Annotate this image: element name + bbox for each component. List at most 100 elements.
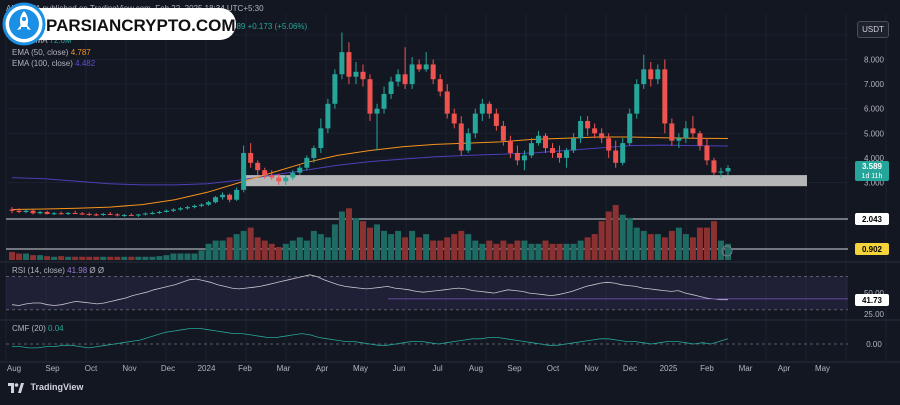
volume-bar xyxy=(184,253,191,260)
volume-bar xyxy=(177,253,184,260)
volume-bar xyxy=(654,234,661,260)
volume-bar xyxy=(226,237,233,260)
volume-bar xyxy=(324,237,331,260)
volume-bar xyxy=(114,256,121,260)
rsi-value-label: 41.73 xyxy=(862,296,883,305)
candle-body xyxy=(374,108,380,114)
volume-bar xyxy=(338,211,345,260)
volume-bar xyxy=(486,240,493,260)
support-zone xyxy=(242,175,807,187)
candle-body xyxy=(409,64,415,85)
volume-bar xyxy=(219,240,226,260)
x-axis-label: May xyxy=(815,364,830,373)
rsi-legend[interactable]: RSI (14, close) 41.98 Ø Ø xyxy=(12,266,104,275)
candle-body xyxy=(669,123,675,141)
x-axis-label: Aug xyxy=(7,364,21,373)
last-price-value: 3.589 xyxy=(862,162,883,171)
x-axis-label: Oct xyxy=(85,364,98,373)
volume-bar xyxy=(542,240,549,260)
volume-bar xyxy=(717,240,724,260)
candle-body xyxy=(402,74,408,85)
volume-bar xyxy=(381,230,388,260)
rsi-pane xyxy=(6,274,848,311)
volume-bar xyxy=(282,243,289,260)
candle-body xyxy=(135,214,141,216)
volume-bar xyxy=(156,256,163,260)
volume-bar xyxy=(451,234,458,260)
volume-bar xyxy=(710,221,717,260)
candle-body xyxy=(262,170,268,176)
candle-body xyxy=(142,213,148,215)
candle-body xyxy=(44,212,50,214)
candle-body xyxy=(318,128,324,149)
volume-bar xyxy=(331,224,338,260)
candle-body xyxy=(276,177,282,182)
candle-body xyxy=(107,213,113,215)
candle-body xyxy=(634,84,640,114)
volume-bar xyxy=(275,247,282,260)
candle-body xyxy=(58,213,64,215)
tradingview-brand: TradingView xyxy=(8,382,83,393)
candle-body xyxy=(711,160,717,173)
candle-body xyxy=(395,74,401,82)
candle-body xyxy=(51,213,57,215)
candle-body xyxy=(234,189,240,200)
candle-body xyxy=(416,64,422,70)
volume-bar xyxy=(675,227,682,260)
candle-body xyxy=(367,79,373,114)
price-tick-label: 5.000 xyxy=(864,129,885,138)
volume-bar xyxy=(149,256,156,260)
volume-bar xyxy=(79,256,86,260)
candle-body xyxy=(641,69,647,85)
candle-body xyxy=(23,210,29,212)
svg-text:PARSIANCRYPTO.COM: PARSIANCRYPTO.COM xyxy=(46,16,236,35)
candle-body xyxy=(37,212,43,214)
volume-bar xyxy=(310,230,317,260)
volume-bar xyxy=(605,211,612,260)
candle-body xyxy=(213,197,219,203)
volume-bar xyxy=(191,253,198,260)
candle-body xyxy=(465,133,471,151)
candle-body xyxy=(451,113,457,124)
candle-body xyxy=(599,133,605,139)
volume-bar xyxy=(296,237,303,260)
candle-body xyxy=(725,168,731,172)
volume-bar xyxy=(577,240,584,260)
chart-svg: 3.0004.0005.0006.0007.0008.0009.0002.043… xyxy=(0,14,900,373)
parsiancrypto-logo: PARSIANCRYPTO.COM xyxy=(2,2,238,46)
volume-bar xyxy=(647,234,654,260)
x-axis-label: Feb xyxy=(238,364,252,373)
last-price-countdown: 1d 11h xyxy=(862,173,883,180)
candle-body xyxy=(16,210,22,212)
candle-body xyxy=(9,209,15,211)
candle-body xyxy=(571,138,577,151)
price-pane xyxy=(6,32,848,250)
candle-body xyxy=(339,52,345,75)
volume-bar xyxy=(514,240,521,260)
volume-bar xyxy=(233,234,240,260)
x-axis-label: Feb xyxy=(700,364,714,373)
cmf-line xyxy=(12,327,729,349)
x-axis-label: Oct xyxy=(547,364,560,373)
cmf-legend[interactable]: CMF (20) 0.04 xyxy=(12,324,64,333)
volume-bar xyxy=(268,243,275,260)
candle-body xyxy=(655,69,661,80)
volume-bar xyxy=(423,234,430,260)
volume-bar xyxy=(619,214,626,260)
volume-bar xyxy=(107,256,114,260)
volume-bar xyxy=(30,255,37,260)
candle-body xyxy=(220,194,226,198)
rsi-tick-label: 25.00 xyxy=(864,310,885,319)
volume-bar xyxy=(142,256,149,260)
volume-bar xyxy=(640,230,647,260)
ema50-legend[interactable]: EMA (50, close) 4.787 xyxy=(12,48,91,57)
volume-bar xyxy=(37,255,44,260)
volume-bar xyxy=(170,253,177,260)
volume-bar xyxy=(500,240,507,260)
ema100-legend[interactable]: EMA (100, close) 4.482 xyxy=(12,59,95,68)
volume-bar xyxy=(395,230,402,260)
volume-bar xyxy=(591,234,598,260)
volume-bar xyxy=(86,256,93,260)
currency-button[interactable]: USDT xyxy=(857,21,889,38)
candle-body xyxy=(184,207,190,209)
